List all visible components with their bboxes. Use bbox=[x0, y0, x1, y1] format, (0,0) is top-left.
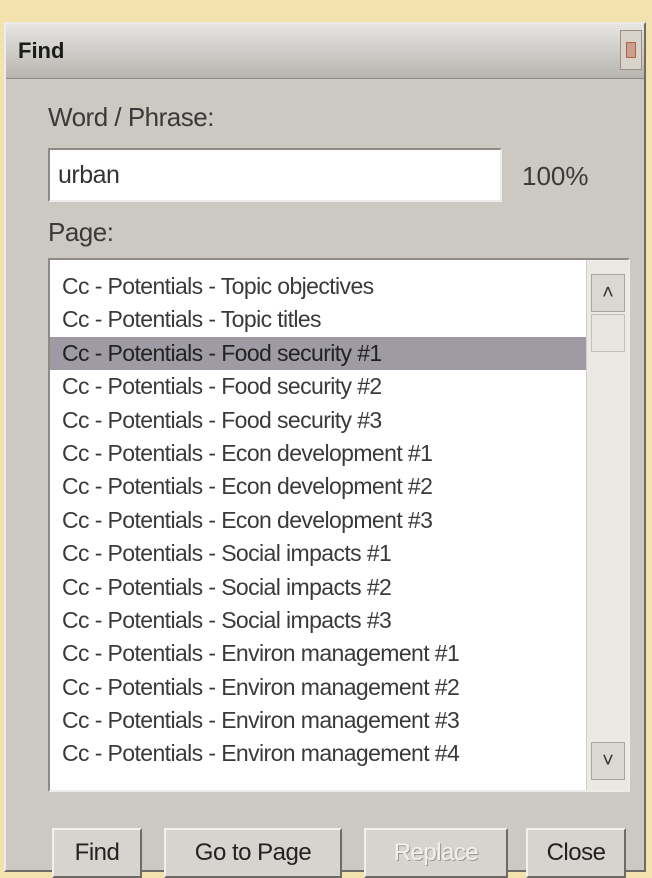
chevron-up-icon: ˄ bbox=[602, 282, 614, 304]
list-item[interactable]: Cc - Potentials - Econ development #1 bbox=[50, 437, 586, 470]
close-icon bbox=[626, 42, 636, 58]
list-item[interactable]: Cc - Potentials - Environ management #3 bbox=[50, 704, 586, 737]
replace-button[interactable]: Replace bbox=[364, 828, 508, 878]
chevron-down-icon: ˅ bbox=[602, 750, 614, 772]
search-input[interactable] bbox=[48, 148, 502, 202]
list-item[interactable]: Cc - Potentials - Environ management #1 bbox=[50, 637, 586, 670]
match-percent: 100% bbox=[522, 161, 589, 191]
find-button[interactable]: Find bbox=[52, 828, 142, 878]
title-bar[interactable]: Find bbox=[6, 24, 644, 79]
list-item[interactable]: Cc - Potentials - Social impacts #3 bbox=[50, 604, 586, 637]
list-item[interactable]: Cc - Potentials - Topic titles bbox=[50, 303, 586, 336]
scroll-up-button[interactable]: ˄ bbox=[591, 274, 625, 312]
go-to-page-button[interactable]: Go to Page bbox=[164, 828, 342, 878]
window-title: Find bbox=[18, 38, 65, 63]
list-item[interactable]: Cc - Potentials - Food security #2 bbox=[50, 370, 586, 403]
list-item[interactable]: Cc - Potentials - Social impacts #2 bbox=[50, 571, 586, 604]
close-button[interactable]: Close bbox=[526, 828, 626, 878]
find-dialog: Find Word / Phrase: 100% Page: Cc - Pote… bbox=[4, 22, 646, 878]
list-item[interactable]: Cc - Potentials - Environ management #2 bbox=[50, 671, 586, 704]
page-list-items: Cc - Potentials - Topic objectives Cc - P… bbox=[50, 270, 586, 771]
list-item[interactable]: Cc - Potentials - Food security #3 bbox=[50, 404, 586, 437]
scroll-thumb[interactable] bbox=[591, 314, 625, 352]
list-item[interactable]: Cc - Potentials - Environ management #4 bbox=[50, 737, 586, 770]
close-window-button[interactable] bbox=[620, 30, 642, 70]
list-item[interactable]: Cc - Potentials - Topic objectives bbox=[50, 270, 586, 303]
page-listbox[interactable]: Cc - Potentials - Topic objectives Cc - P… bbox=[48, 258, 630, 792]
list-item[interactable]: Cc - Potentials - Food security #1 bbox=[50, 336, 586, 371]
list-item[interactable]: Cc - Potentials - Econ development #2 bbox=[50, 470, 586, 503]
list-item[interactable]: Cc - Potentials - Econ development #3 bbox=[50, 504, 586, 537]
scroll-down-button[interactable]: ˅ bbox=[591, 742, 625, 780]
word-phrase-label: Word / Phrase: bbox=[48, 102, 214, 132]
scrollbar[interactable]: ˄ ˅ bbox=[586, 260, 628, 790]
page-label: Page: bbox=[48, 217, 114, 247]
list-item[interactable]: Cc - Potentials - Social impacts #1 bbox=[50, 537, 586, 570]
